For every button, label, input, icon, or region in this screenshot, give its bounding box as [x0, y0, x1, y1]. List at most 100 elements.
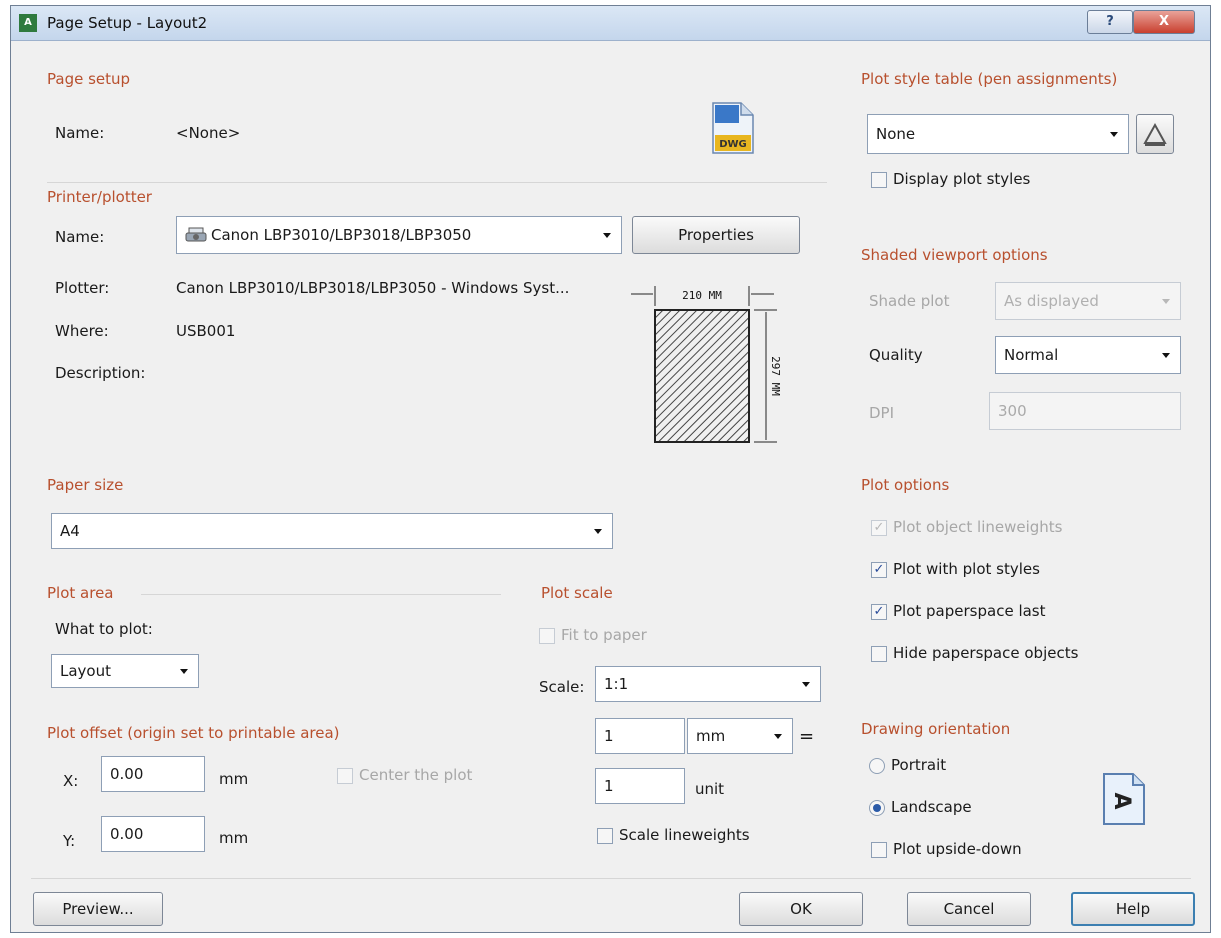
where-label: Where:: [55, 322, 109, 340]
offset-y-input[interactable]: 0.00: [101, 816, 205, 852]
paper-width-label: 210 MM: [682, 289, 722, 302]
plotter-value: Canon LBP3010/LBP3018/LBP3050 - Windows …: [176, 279, 570, 297]
scale-lineweights-label: Scale lineweights: [619, 826, 750, 844]
printer-name-select[interactable]: Canon LBP3010/LBP3018/LBP3050: [176, 216, 622, 254]
fit-to-paper-checkbox[interactable]: [539, 628, 555, 644]
edit-plot-style-button[interactable]: [1136, 114, 1174, 154]
plot-object-lineweights-label: Plot object lineweights: [893, 518, 1063, 536]
quality-label: Quality: [869, 346, 923, 364]
title-close-button[interactable]: X: [1133, 10, 1195, 34]
chevron-down-icon: [802, 682, 810, 687]
hide-paperspace-objects-checkbox[interactable]: [871, 646, 887, 662]
fit-to-paper-label: Fit to paper: [561, 626, 647, 644]
quality-select[interactable]: Normal: [995, 336, 1181, 374]
paper-height-label: 297 MM: [769, 356, 782, 396]
landscape-radio[interactable]: [869, 800, 885, 816]
dwg-file-icon: DWG: [712, 102, 754, 154]
paper-size-header: Paper size: [47, 476, 124, 494]
cancel-button[interactable]: Cancel: [907, 892, 1031, 926]
chevron-down-icon: [1162, 353, 1170, 358]
paper-size-select[interactable]: A4: [51, 513, 613, 549]
plot-options-header: Plot options: [861, 476, 950, 494]
drawing-orientation-header: Drawing orientation: [861, 720, 1011, 738]
offset-y-label: Y:: [63, 832, 76, 850]
scale-label: Scale:: [539, 678, 585, 696]
plotter-label: Plotter:: [55, 279, 110, 297]
printer-name-value: Canon LBP3010/LBP3018/LBP3050: [211, 226, 472, 244]
plot-object-lineweights-checkbox[interactable]: ✓: [871, 520, 887, 536]
printer-plotter-header: Printer/plotter: [47, 188, 152, 206]
scale-mm-input[interactable]: 1: [595, 718, 685, 754]
shaded-viewport-header: Shaded viewport options: [861, 246, 1048, 264]
plot-scale-header: Plot scale: [541, 584, 613, 602]
edit-pen-icon: [1143, 122, 1167, 146]
portrait-label: Portrait: [891, 756, 947, 774]
shade-plot-label: Shade plot: [869, 292, 950, 310]
divider: [141, 594, 501, 595]
chevron-down-icon: [1162, 299, 1170, 304]
offset-x-label: X:: [63, 772, 79, 790]
what-to-plot-value: Layout: [60, 662, 111, 680]
where-value: USB001: [176, 322, 236, 340]
shade-plot-select[interactable]: As displayed: [995, 282, 1181, 320]
divider: [47, 182, 827, 183]
scale-unit-select[interactable]: mm: [687, 718, 793, 754]
quality-value: Normal: [1004, 346, 1059, 364]
offset-x-input[interactable]: 0.00: [101, 756, 205, 792]
autocad-app-icon: A: [19, 14, 37, 32]
plot-style-table-select[interactable]: None: [867, 114, 1129, 154]
page-setup-name-value: <None>: [176, 124, 241, 142]
unit-label: unit: [695, 780, 725, 798]
center-plot-label: Center the plot: [359, 766, 473, 784]
portrait-radio[interactable]: [869, 758, 885, 774]
dpi-label: DPI: [869, 404, 895, 422]
scale-unit-input[interactable]: 1: [595, 768, 685, 804]
page-setup-header: Page setup: [47, 70, 131, 88]
landscape-orientation-icon: A: [1103, 773, 1145, 825]
plot-area-header: Plot area: [47, 584, 114, 602]
page-setup-dialog: A Page Setup - Layout2 ? X Page setup Na…: [10, 5, 1211, 933]
help-button[interactable]: Help: [1071, 892, 1195, 926]
shade-plot-value: As displayed: [1004, 292, 1099, 310]
display-plot-styles-checkbox[interactable]: [871, 172, 887, 188]
preview-button[interactable]: Preview...: [33, 892, 163, 926]
plot-offset-header: Plot offset (origin set to printable are…: [47, 724, 340, 742]
chevron-down-icon: [1110, 132, 1118, 137]
what-to-plot-label: What to plot:: [55, 620, 153, 638]
description-label: Description:: [55, 364, 146, 382]
svg-text:DWG: DWG: [719, 139, 747, 150]
ok-button[interactable]: OK: [739, 892, 863, 926]
page-setup-name-label: Name:: [55, 124, 105, 142]
divider: [31, 878, 1191, 879]
hide-paperspace-objects-label: Hide paperspace objects: [893, 644, 1079, 662]
plot-style-table-value: None: [876, 125, 916, 143]
plot-with-plot-styles-checkbox[interactable]: ✓: [871, 562, 887, 578]
center-plot-checkbox[interactable]: [337, 768, 353, 784]
plot-paperspace-last-checkbox[interactable]: ✓: [871, 604, 887, 620]
plot-upside-down-label: Plot upside-down: [893, 840, 1022, 858]
properties-button[interactable]: Properties: [632, 216, 800, 254]
chevron-down-icon: [774, 734, 782, 739]
plot-with-plot-styles-label: Plot with plot styles: [893, 560, 1040, 578]
window-title: Page Setup - Layout2: [47, 14, 208, 32]
printer-name-label: Name:: [55, 228, 105, 246]
plot-upside-down-checkbox[interactable]: [871, 842, 887, 858]
scale-lineweights-checkbox[interactable]: [597, 828, 613, 844]
scale-unit-value: mm: [696, 727, 726, 745]
scale-value: 1:1: [604, 675, 629, 693]
chevron-down-icon: [594, 529, 602, 534]
paper-size-value: A4: [60, 522, 80, 540]
plot-paperspace-last-label: Plot paperspace last: [893, 602, 1046, 620]
plot-style-table-header: Plot style table (pen assignments): [861, 70, 1118, 88]
chevron-down-icon: [603, 233, 611, 238]
scale-select[interactable]: 1:1: [595, 666, 821, 702]
offset-y-unit: mm: [219, 829, 249, 847]
svg-text:A: A: [1109, 792, 1134, 809]
title-help-button[interactable]: ?: [1087, 10, 1133, 34]
dpi-input[interactable]: 300: [989, 392, 1181, 430]
offset-x-unit: mm: [219, 770, 249, 788]
title-bar[interactable]: A Page Setup - Layout2 ? X: [11, 6, 1210, 41]
printer-icon: [185, 227, 207, 242]
what-to-plot-select[interactable]: Layout: [51, 654, 199, 688]
display-plot-styles-label: Display plot styles: [893, 170, 1031, 188]
